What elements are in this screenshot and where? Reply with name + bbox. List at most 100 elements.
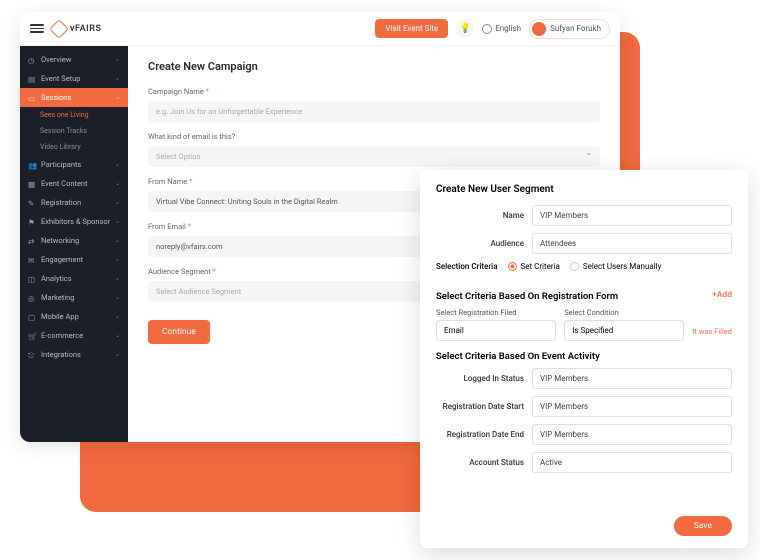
continue-button[interactable]: Continue — [148, 320, 210, 344]
selection-criteria-label: Selection Criteria — [436, 262, 498, 271]
nav-icon: ▭ — [28, 94, 36, 102]
sidebar-item-exhibitors-sponsors[interactable]: ⚑ Exhibitors & Sponsors ⌄ — [20, 212, 128, 231]
chevron-down-icon: ⌄ — [115, 56, 120, 63]
segment-audience-input[interactable] — [532, 233, 732, 254]
radio-dot-icon — [508, 262, 517, 271]
nav-label: Registration — [41, 198, 110, 207]
segment-panel-title: Create New User Segment — [436, 184, 732, 195]
chevron-down-icon: ⌄ — [115, 275, 120, 282]
sidebar-item-event-content[interactable]: ▦ Event Content ⌄ — [20, 174, 128, 193]
nav-label: Marketing — [41, 293, 110, 302]
chevron-down-icon: ⌄ — [115, 199, 120, 206]
radio-set-criteria[interactable]: Set Criteria — [508, 262, 560, 271]
nav-label: Sessions — [41, 93, 110, 102]
sidebar-subitem[interactable]: Session Tracks — [20, 123, 128, 139]
nav-label: Exhibitors & Sponsors — [41, 217, 110, 226]
sidebar-item-sessions[interactable]: ▭Sessions⌄ — [20, 88, 128, 107]
nav-icon: ⚑ — [28, 218, 36, 226]
nav-icon: 🛒 — [28, 332, 36, 340]
condition-select[interactable] — [564, 320, 684, 341]
nav-icon: ◎ — [28, 294, 36, 302]
nav-label: Engagement — [41, 255, 110, 264]
menu-icon[interactable] — [30, 24, 44, 33]
activity-section-title: Select Criteria Based On Event Activity — [436, 351, 732, 362]
nav-icon: ▦ — [28, 180, 36, 188]
reg-date-end-label: Registration Date End — [436, 430, 524, 439]
login-status-input[interactable] — [532, 368, 732, 389]
sidebar-item-analytics[interactable]: ◫ Analytics ⌄ — [20, 269, 128, 288]
sidebar-item-mobile-app[interactable]: ▢ Mobile App ⌄ — [20, 307, 128, 326]
email-kind-select[interactable] — [148, 146, 600, 167]
segment-name-input[interactable] — [532, 205, 732, 226]
account-status-input[interactable] — [532, 452, 732, 473]
sidebar-item-event-setup[interactable]: ▤ Event Setup ⌄ — [20, 69, 128, 88]
nav-label: Event Setup — [41, 74, 110, 83]
segment-audience-label: Audience — [436, 239, 524, 248]
nav-label: Overview — [41, 55, 110, 64]
chevron-down-icon: ⌄ — [115, 75, 120, 82]
logo-icon — [49, 19, 69, 39]
chevron-down-icon: ⌄ — [115, 313, 120, 320]
nav-icon: ▢ — [28, 313, 36, 321]
nav-icon: 👥 — [28, 161, 36, 169]
avatar — [532, 22, 546, 36]
nav-label: Mobile App — [41, 312, 110, 321]
chevron-down-icon: ⌄ — [115, 161, 120, 168]
language-switcher[interactable]: English — [482, 24, 521, 34]
nav-label: Analytics — [41, 274, 110, 283]
nav-icon: ◫ — [28, 275, 36, 283]
account-status-label: Account Status — [436, 458, 524, 467]
sidebar-item-marketing[interactable]: ◎ Marketing ⌄ — [20, 288, 128, 307]
chevron-down-icon: ⌄ — [115, 332, 120, 339]
nav-icon: ⎋ — [28, 351, 36, 359]
chevron-down-icon: ⌄ — [115, 294, 120, 301]
chevron-down-icon: ⌄ — [115, 218, 120, 225]
user-menu[interactable]: Sufyan Forukh — [529, 19, 610, 39]
reg-date-start-label: Registration Date Start — [436, 402, 524, 411]
radio-dot-icon — [570, 262, 579, 271]
login-status-label: Logged In Status — [436, 374, 524, 383]
brand-text: vFAIRS — [70, 24, 101, 34]
nav-label: Integrations — [41, 350, 110, 359]
condition-label: Select Condition — [564, 308, 684, 317]
reg-date-start-input[interactable] — [532, 396, 732, 417]
nav-icon: ✎ — [28, 199, 36, 207]
nav-icon: ⇄ — [28, 237, 36, 245]
nav-label: Event Content — [41, 179, 110, 188]
visit-event-button[interactable]: Visit Event Site — [375, 19, 448, 38]
nav-icon: ✉ — [28, 256, 36, 264]
nav-icon: ◷ — [28, 56, 36, 64]
sidebar-item-participants[interactable]: 👥Participants⌄ — [20, 155, 128, 174]
chevron-down-icon: ⌄ — [115, 351, 120, 358]
nav-label: Networking — [41, 236, 110, 245]
sidebar-item-e-commerce[interactable]: 🛒 E-commerce ⌄ — [20, 326, 128, 345]
topbar: vFAIRS Visit Event Site 💡 English Sufyan… — [20, 12, 620, 46]
it-was-filled-link[interactable]: It was Filled — [692, 327, 732, 341]
sidebar-item-engagement[interactable]: ✉ Engagement ⌄ — [20, 250, 128, 269]
save-button[interactable]: Save — [674, 516, 732, 536]
lightbulb-icon[interactable]: 💡 — [456, 20, 474, 38]
sidebar-item-overview[interactable]: ◷ Overview ⌄ — [20, 50, 128, 69]
sidebar-item-registration[interactable]: ✎ Registration ⌄ — [20, 193, 128, 212]
language-label: English — [495, 24, 521, 33]
chevron-down-icon: ⌄ — [115, 237, 120, 244]
sidebar-item-networking[interactable]: ⇄ Networking ⌄ — [20, 231, 128, 250]
chevron-down-icon: ⌄ — [115, 256, 120, 263]
reg-date-end-input[interactable] — [532, 424, 732, 445]
chevron-down-icon: ⌄ — [115, 180, 120, 187]
sidebar-item-integrations[interactable]: ⎋ Integrations ⌄ — [20, 345, 128, 364]
segment-panel: Create New User Segment Name Audience Se… — [420, 170, 748, 548]
reg-field-select[interactable] — [436, 320, 556, 341]
brand-logo[interactable]: vFAIRS — [52, 22, 101, 36]
sidebar: ◷ Overview ⌄ ▤ Event Setup ⌄ ▭ Sessions ⌄ Sees on… — [20, 46, 128, 442]
sidebar-subitem[interactable]: Sees one Living — [20, 107, 128, 123]
campaign-name-label: Campaign Name * — [148, 87, 600, 96]
nav-label: E-commerce — [41, 331, 110, 340]
radio-select-manually[interactable]: Select Users Manually — [570, 262, 662, 271]
add-criteria-link[interactable]: +Add — [712, 290, 732, 300]
campaign-name-input[interactable] — [148, 101, 600, 122]
sidebar-subitem[interactable]: Video Library — [20, 139, 128, 155]
nav-icon: ▤ — [28, 75, 36, 83]
email-kind-label: What kind of email is this? — [148, 132, 600, 141]
segment-name-label: Name — [436, 211, 524, 220]
